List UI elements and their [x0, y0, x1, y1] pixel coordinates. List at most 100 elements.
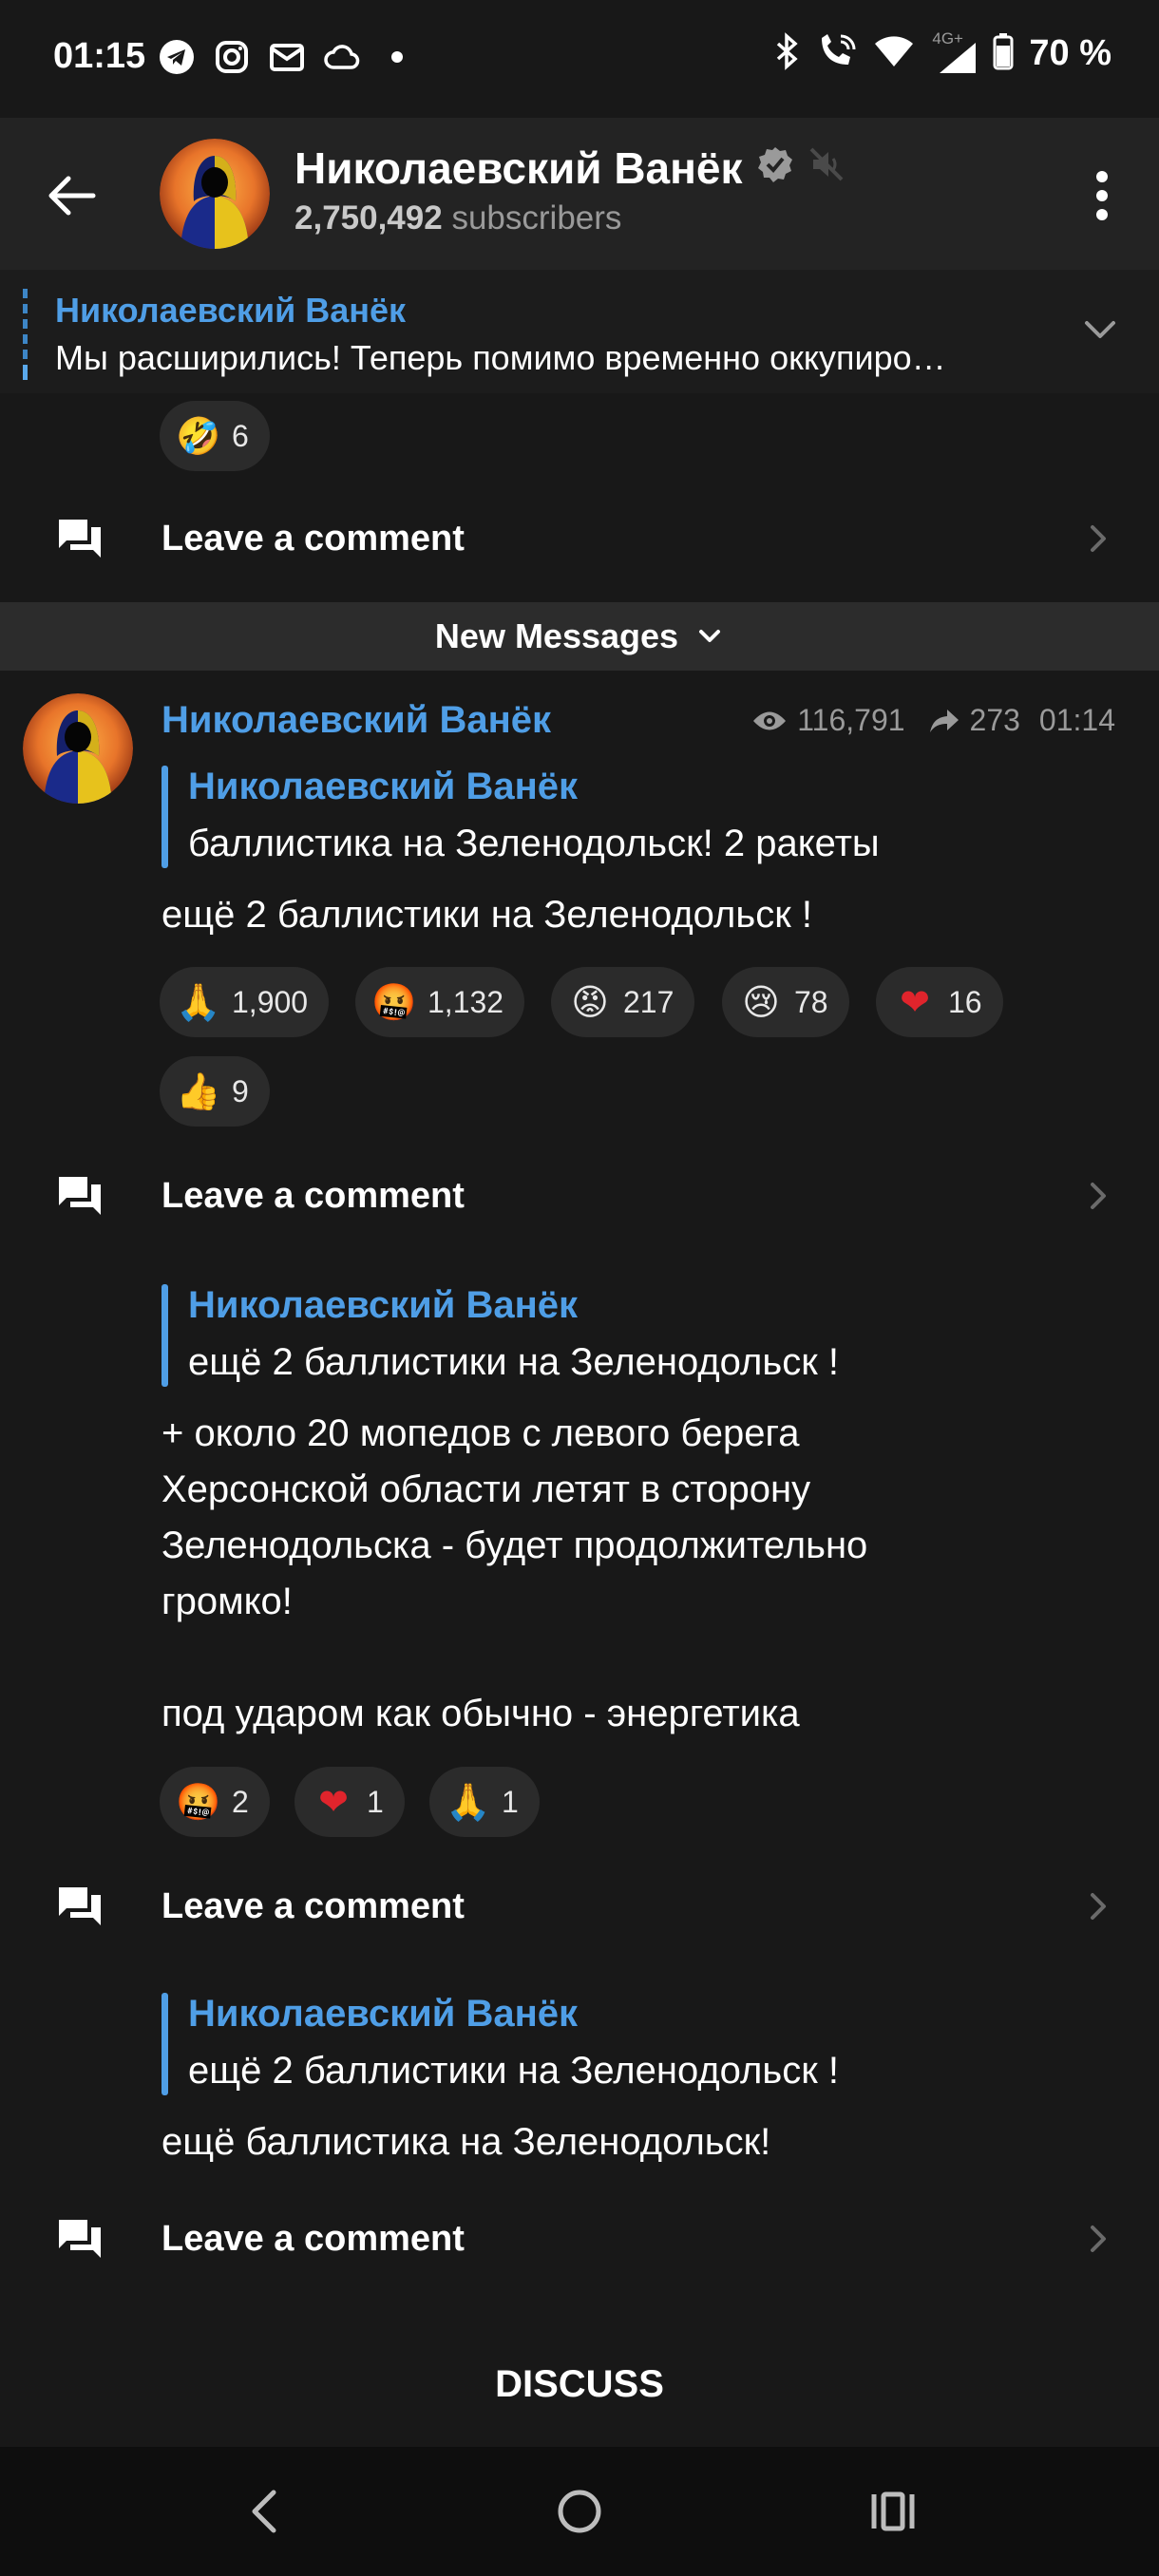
reaction-emoji: 🤣: [176, 415, 221, 457]
post-time: 01:14: [1038, 703, 1115, 737]
muted-icon: [808, 142, 846, 194]
status-time: 01:15: [53, 36, 146, 76]
subscriber-count: 2,750,492 subscribers: [294, 199, 622, 237]
new-messages-divider[interactable]: New Messages: [0, 602, 1159, 671]
quote-author: Николаевский Ванёк: [188, 766, 579, 807]
message-text: ещё 2 баллистики на Зеленодольск !: [162, 894, 812, 936]
nav-recents-button[interactable]: [863, 2481, 923, 2542]
bluetooth-icon: [772, 32, 801, 75]
chat-header[interactable]: Николаевский Ванёк 2,750,492 subscribers: [0, 118, 1159, 270]
chevron-right-icon: [1091, 1893, 1106, 1920]
reaction-emoji: 👍: [176, 1070, 221, 1112]
views-count: 116,791: [797, 703, 905, 737]
eye-icon: [753, 711, 787, 729]
reaction-emoji: 🙏: [446, 1781, 491, 1823]
reaction-chip[interactable]: 🤬 1,132: [355, 967, 525, 1037]
reaction-emoji: 😢: [742, 981, 780, 1023]
nav-back-button[interactable]: [234, 2481, 294, 2542]
telegram-icon: [158, 38, 196, 76]
comments-icon: [59, 1177, 101, 1215]
reaction-count: 1,132: [428, 984, 504, 1019]
quote-text: ещё 2 баллистики на Зеленодольск !: [188, 1341, 839, 1383]
reaction-chip[interactable]: 😢 78: [722, 967, 849, 1037]
quote-author: Николаевский Ванёк: [188, 1284, 579, 1326]
reaction-count: 217: [623, 984, 674, 1019]
leave-comment-label: Leave a comment: [162, 1885, 465, 1926]
battery-percent: 70 %: [1029, 33, 1112, 73]
home-circle-icon: [558, 2490, 601, 2533]
arrow-left-icon: [48, 176, 96, 216]
dot-icon: [378, 38, 416, 76]
reaction-chip[interactable]: 👍 9: [160, 1056, 270, 1127]
post-avatar[interactable]: [23, 693, 133, 804]
quote-text: баллистика на Зеленодольск! 2 ракеты: [188, 823, 880, 864]
reaction-emoji: 🤬: [176, 1781, 221, 1823]
comments-icon: [59, 2220, 101, 2258]
reaction-chip[interactable]: ❤ 1: [294, 1767, 405, 1837]
reaction-count: 1: [502, 1784, 519, 1819]
cloud-icon: [323, 38, 361, 76]
post-meta: 116,791 273 01:14: [751, 703, 1115, 738]
reaction-count: 78: [794, 984, 828, 1019]
chevron-down-icon: [699, 630, 721, 642]
verified-icon: [756, 142, 794, 194]
chevron-down-icon[interactable]: [1079, 308, 1121, 350]
notification-icons: [158, 38, 416, 76]
forwards-count: 273: [969, 703, 1020, 737]
reaction-emoji: 😡: [571, 981, 609, 1023]
chevron-right-icon: [1091, 1183, 1106, 1209]
leave-comment-row[interactable]: Leave a comment: [0, 2196, 1159, 2282]
instagram-icon: [213, 38, 251, 76]
quote-text: ещё 2 баллистики на Зеленодольск !: [188, 2050, 839, 2092]
more-options-button[interactable]: [1083, 165, 1121, 226]
signal-icon: 4G+: [930, 29, 978, 75]
leave-comment-label: Leave a comment: [162, 518, 465, 559]
reaction-count: 16: [948, 984, 982, 1019]
reaction-chip[interactable]: 😡 217: [551, 967, 695, 1037]
leave-comment-row[interactable]: Leave a comment: [0, 1864, 1159, 1949]
discuss-button[interactable]: DISCUSS: [0, 2337, 1159, 2432]
chevron-right-icon: [1091, 2226, 1106, 2252]
mail-icon: [268, 38, 306, 76]
reaction-count: 2: [232, 1784, 249, 1819]
reaction-chip[interactable]: 🙏 1: [429, 1767, 540, 1837]
reaction-count: 1: [367, 1784, 384, 1819]
message-text: + около 20 мопедов с левого берега Херсо…: [162, 1412, 868, 1734]
battery-icon: [993, 32, 1014, 75]
reaction-chip[interactable]: 🤣 6: [160, 401, 270, 471]
nav-home-button[interactable]: [549, 2481, 610, 2542]
comments-icon: [59, 520, 101, 558]
system-navigation-bar: [0, 2447, 1159, 2576]
reaction-chip[interactable]: 🙏 1,900: [160, 967, 330, 1037]
reaction-emoji: ❤: [900, 981, 930, 1023]
wifi-call-icon: [816, 32, 858, 75]
channel-avatar[interactable]: [160, 139, 270, 249]
pinned-text: Мы расширились! Теперь помимо временно о…: [55, 338, 946, 377]
reaction-count: 6: [232, 418, 249, 453]
back-button[interactable]: [42, 165, 103, 226]
reaction-chip[interactable]: ❤ 16: [876, 967, 1003, 1037]
reaction-count: 9: [232, 1073, 249, 1108]
leave-comment-row[interactable]: Leave a comment: [0, 1153, 1159, 1239]
system-icons: 4G+ 70 %: [772, 29, 1112, 75]
post-author[interactable]: Николаевский Ванёк: [162, 699, 551, 742]
leave-comment-label: Leave a comment: [162, 1175, 465, 1216]
status-bar: 01:15 4G+ 70 %: [0, 0, 1159, 118]
leave-comment-row[interactable]: Leave a comment: [0, 496, 1159, 581]
message-text: ещё баллистика на Зеленодольск!: [162, 2121, 771, 2163]
channel-name: Николаевский Ванёк: [294, 143, 743, 193]
reaction-count: 1,900: [232, 984, 309, 1019]
pinned-title: Николаевский Ванёк: [55, 291, 407, 330]
wifi-icon: [873, 34, 915, 73]
share-icon: [929, 709, 959, 732]
reaction-emoji: 🤬: [371, 981, 417, 1023]
pinned-message[interactable]: Николаевский Ванёк Мы расширились! Тепер…: [0, 270, 1159, 393]
chevron-left-icon: [252, 2490, 276, 2533]
chevron-right-icon: [1091, 525, 1106, 552]
recents-icon: [871, 2491, 915, 2531]
reaction-chip[interactable]: 🤬 2: [160, 1767, 270, 1837]
reaction-emoji: 🙏: [176, 981, 221, 1023]
comments-icon: [59, 1887, 101, 1925]
reaction-emoji: ❤: [318, 1781, 349, 1823]
channel-title[interactable]: Николаевский Ванёк: [294, 142, 846, 194]
